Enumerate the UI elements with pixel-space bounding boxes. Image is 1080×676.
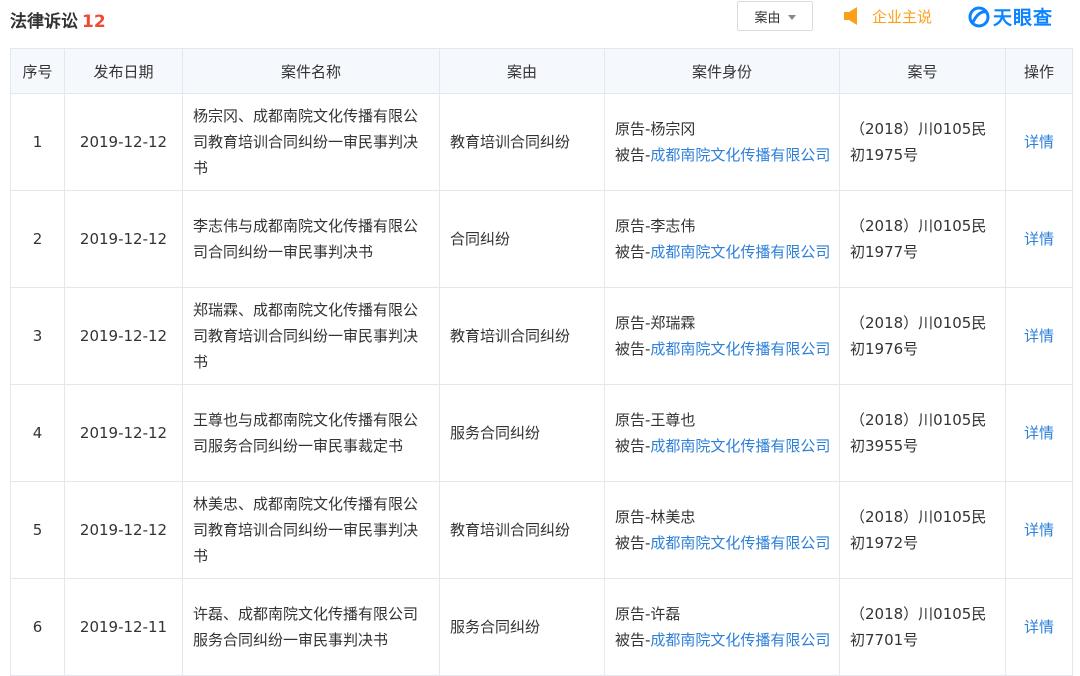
plaintiff: 原告-许磊 <box>615 605 681 623</box>
table-row: 4 2019-12-12 王尊也与成都南院文化传播有限公司服务合同纠纷一审民事裁… <box>10 384 1073 482</box>
action-cell: 详情 <box>1005 481 1073 579</box>
publish-date: 2019-12-12 <box>64 287 183 385</box>
section-header: 法律诉讼 12 案由 企业主说 天眼查 <box>0 0 1080 40</box>
detail-link[interactable]: 详情 <box>1024 230 1054 248</box>
case-cause: 教育培训合同纠纷 <box>439 481 605 579</box>
case-name: 王尊也与成都南院文化传播有限公司服务合同纠纷一审民事裁定书 <box>182 384 440 482</box>
action-cell: 详情 <box>1005 578 1073 676</box>
plaintiff: 原告-郑瑞霖 <box>615 314 696 332</box>
defendant-company-link[interactable]: 成都南院文化传播有限公司 <box>650 340 830 358</box>
detail-link[interactable]: 详情 <box>1024 327 1054 345</box>
plaintiff: 原告-王尊也 <box>615 411 696 429</box>
case-cause: 教育培训合同纠纷 <box>439 287 605 385</box>
case-cause: 合同纠纷 <box>439 190 605 288</box>
cause-filter-label: 案由 <box>754 10 781 26</box>
defendant-company-link[interactable]: 成都南院文化传播有限公司 <box>650 534 830 552</box>
column-header-case-name: 案件名称 <box>182 48 440 94</box>
case-name: 林美忠、成都南院文化传播有限公司教育培训合同纠纷一审民事判决书 <box>182 481 440 579</box>
plaintiff: 原告-杨宗冈 <box>615 120 696 138</box>
defendant-prefix: 被告- <box>615 534 651 552</box>
case-role: 原告-李志伟 被告-成都南院文化传播有限公司 <box>604 190 840 288</box>
case-name: 李志伟与成都南院文化传播有限公司合同纠纷一审民事判决书 <box>182 190 440 288</box>
case-cause: 服务合同纠纷 <box>439 384 605 482</box>
publish-date: 2019-12-12 <box>64 93 183 191</box>
defendant-prefix: 被告- <box>615 243 651 261</box>
defendant-company-link[interactable]: 成都南院文化传播有限公司 <box>650 437 830 455</box>
case-number: （2018）川0105民初1976号 <box>839 287 1006 385</box>
action-cell: 详情 <box>1005 190 1073 288</box>
defendant-prefix: 被告- <box>615 631 651 649</box>
megaphone-icon <box>844 7 857 25</box>
detail-link[interactable]: 详情 <box>1024 521 1054 539</box>
defendant-prefix: 被告- <box>615 146 651 164</box>
row-number: 2 <box>10 190 65 288</box>
plaintiff: 原告-李志伟 <box>615 217 696 235</box>
table-row: 1 2019-12-12 杨宗冈、成都南院文化传播有限公司教育培训合同纠纷一审民… <box>10 93 1073 191</box>
company-statement-label: 企业主说 <box>872 7 933 26</box>
case-role: 原告-王尊也 被告-成都南院文化传播有限公司 <box>604 384 840 482</box>
plaintiff: 原告-林美忠 <box>615 508 696 526</box>
table-row: 6 2019-12-11 许磊、成都南院文化传播有限公司服务合同纠纷一审民事判决… <box>10 578 1073 676</box>
tianyancha-logo-icon <box>968 6 990 27</box>
tianyancha-logo: 天眼查 <box>968 3 1053 30</box>
row-number: 6 <box>10 578 65 676</box>
caret-down-icon <box>787 14 796 20</box>
row-number: 5 <box>10 481 65 579</box>
column-header-action: 操作 <box>1005 48 1073 94</box>
case-role: 原告-郑瑞霖 被告-成都南院文化传播有限公司 <box>604 287 840 385</box>
table-row: 3 2019-12-12 郑瑞霖、成都南院文化传播有限公司教育培训合同纠纷一审民… <box>10 287 1073 385</box>
table-row: 2 2019-12-12 李志伟与成都南院文化传播有限公司合同纠纷一审民事判决书… <box>10 190 1073 288</box>
publish-date: 2019-12-12 <box>64 481 183 579</box>
case-cause: 服务合同纠纷 <box>439 578 605 676</box>
table-row: 5 2019-12-12 林美忠、成都南院文化传播有限公司教育培训合同纠纷一审民… <box>10 481 1073 579</box>
publish-date: 2019-12-11 <box>64 578 183 676</box>
case-role: 原告-林美忠 被告-成都南院文化传播有限公司 <box>604 481 840 579</box>
cause-filter-dropdown[interactable]: 案由 <box>737 1 813 31</box>
column-header-cause: 案由 <box>439 48 605 94</box>
column-header-no: 序号 <box>10 48 65 94</box>
section-title: 法律诉讼 12 <box>10 7 106 32</box>
case-number: （2018）川0105民初1977号 <box>839 190 1006 288</box>
detail-link[interactable]: 详情 <box>1024 618 1054 636</box>
logo-text: 天眼查 <box>993 7 1054 29</box>
result-count: 12 <box>82 12 106 32</box>
detail-link[interactable]: 详情 <box>1024 424 1054 442</box>
case-name: 许磊、成都南院文化传播有限公司服务合同纠纷一审民事判决书 <box>182 578 440 676</box>
case-role: 原告-许磊 被告-成都南院文化传播有限公司 <box>604 578 840 676</box>
defendant-company-link[interactable]: 成都南院文化传播有限公司 <box>650 243 830 261</box>
case-number: （2018）川0105民初1972号 <box>839 481 1006 579</box>
case-role: 原告-杨宗冈 被告-成都南院文化传播有限公司 <box>604 93 840 191</box>
section-title-text: 法律诉讼 <box>10 12 78 32</box>
case-name: 郑瑞霖、成都南院文化传播有限公司教育培训合同纠纷一审民事判决书 <box>182 287 440 385</box>
column-header-case-no: 案号 <box>839 48 1006 94</box>
row-number: 4 <box>10 384 65 482</box>
publish-date: 2019-12-12 <box>64 384 183 482</box>
action-cell: 详情 <box>1005 93 1073 191</box>
action-cell: 详情 <box>1005 287 1073 385</box>
defendant-prefix: 被告- <box>615 437 651 455</box>
row-number: 3 <box>10 287 65 385</box>
lawsuit-table: 序号 发布日期 案件名称 案由 案件身份 案号 操作 1 2019-12-12 … <box>10 48 1073 676</box>
case-number: （2018）川0105民初3955号 <box>839 384 1006 482</box>
company-statement-link[interactable]: 企业主说 <box>842 5 932 27</box>
column-header-date: 发布日期 <box>64 48 183 94</box>
table-header-row: 序号 发布日期 案件名称 案由 案件身份 案号 操作 <box>10 48 1073 94</box>
action-cell: 详情 <box>1005 384 1073 482</box>
column-header-role: 案件身份 <box>604 48 840 94</box>
case-cause: 教育培训合同纠纷 <box>439 93 605 191</box>
defendant-company-link[interactable]: 成都南院文化传播有限公司 <box>650 631 830 649</box>
detail-link[interactable]: 详情 <box>1024 133 1054 151</box>
case-number: （2018）川0105民初7701号 <box>839 578 1006 676</box>
defendant-company-link[interactable]: 成都南院文化传播有限公司 <box>650 146 830 164</box>
row-number: 1 <box>10 93 65 191</box>
case-name: 杨宗冈、成都南院文化传播有限公司教育培训合同纠纷一审民事判决书 <box>182 93 440 191</box>
defendant-prefix: 被告- <box>615 340 651 358</box>
publish-date: 2019-12-12 <box>64 190 183 288</box>
case-number: （2018）川0105民初1975号 <box>839 93 1006 191</box>
